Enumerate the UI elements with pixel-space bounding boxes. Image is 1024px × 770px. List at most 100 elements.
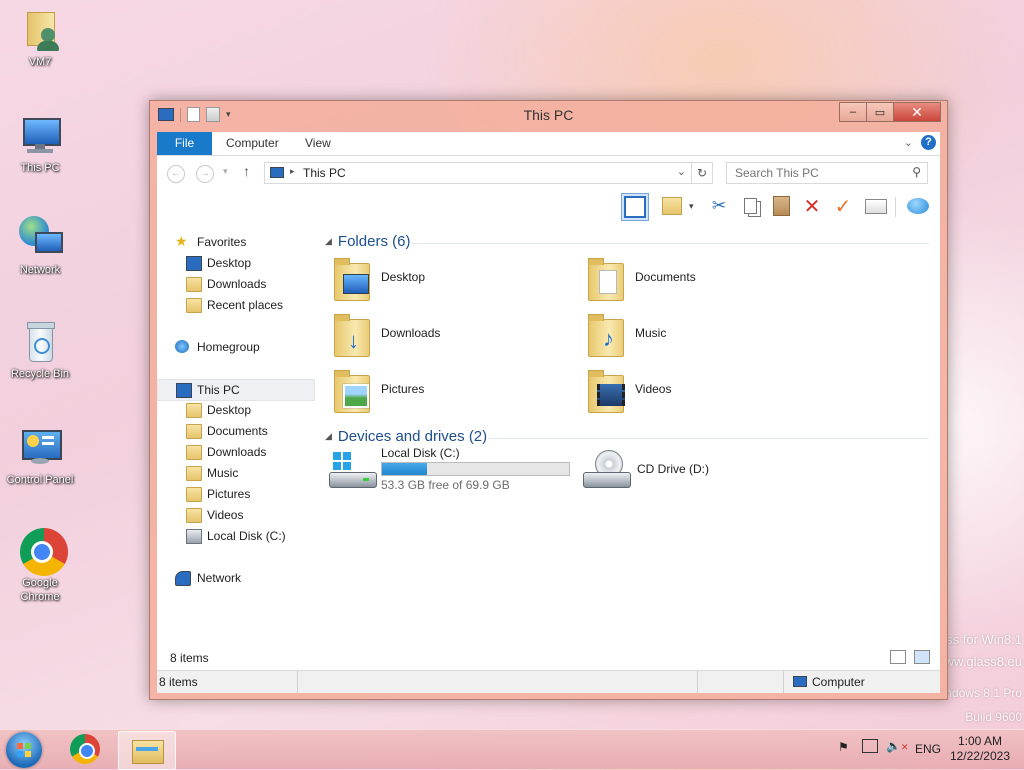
taskbar-explorer-button[interactable] <box>118 731 176 770</box>
back-button[interactable]: ← <box>167 165 185 183</box>
desktop-icon-label: Control Panel <box>6 474 74 486</box>
computer-small-icon <box>176 383 192 398</box>
downloads-folder-icon <box>186 445 202 460</box>
drive-usage-bar <box>381 462 570 476</box>
desktop-icon-network[interactable]: Network <box>2 216 78 276</box>
close-button[interactable]: ✕ <box>893 102 941 122</box>
refresh-button[interactable]: ↻ <box>692 162 713 184</box>
address-bar[interactable]: ▸ This PC ⌄ <box>264 162 692 184</box>
folder-name: Documents <box>635 270 696 284</box>
nav-network[interactable]: Network <box>157 568 313 588</box>
nav-this-pc[interactable]: This PC <box>157 379 315 401</box>
minimize-button[interactable]: – <box>839 102 867 122</box>
toolbar-dropdown-icon[interactable]: ▾ <box>689 201 694 212</box>
nav-this-pc-documents[interactable]: Documents <box>157 421 313 441</box>
nav-label: Local Disk (C:) <box>207 529 286 543</box>
folders-group-header[interactable]: ◢ Folders (6) <box>325 233 410 250</box>
expand-ribbon-icon[interactable]: ⌄ <box>904 136 913 149</box>
drive-name: Local Disk (C:) <box>381 446 460 460</box>
desktop-icon-control-panel[interactable]: Control Panel <box>2 426 78 486</box>
start-button[interactable] <box>6 732 42 768</box>
folder-documents[interactable]: Documents <box>579 256 819 304</box>
details-view-icon[interactable] <box>890 650 906 664</box>
folder-desktop[interactable]: Desktop <box>325 256 565 304</box>
forward-button[interactable]: → <box>196 165 214 183</box>
nav-label: This PC <box>197 383 240 397</box>
search-box[interactable]: ⚲ <box>726 162 928 184</box>
input-method-button[interactable] <box>863 193 889 219</box>
nav-this-pc-pictures[interactable]: Pictures <box>157 484 313 504</box>
explorer-window: ▾ This PC – ▭ ✕ File Computer View ⌄ ? ←… <box>149 100 948 700</box>
chat-button[interactable] <box>905 193 931 219</box>
nav-this-pc-desktop[interactable]: Desktop <box>157 400 313 420</box>
drive-local-disk-c[interactable]: Local Disk (C:) 53.3 GB free of 69.9 GB <box>325 446 575 496</box>
nav-label: Homegroup <box>197 340 260 354</box>
devices-group-header[interactable]: ◢ Devices and drives (2) <box>325 428 487 445</box>
delete-x-icon: ✕ <box>803 195 821 218</box>
folder-name: Videos <box>635 382 672 396</box>
paste-button[interactable] <box>768 193 794 219</box>
properties-button[interactable] <box>659 193 685 219</box>
system-clock[interactable]: 1:00 AM 12/22/2023 <box>950 734 1010 764</box>
item-count: 8 items <box>170 651 209 665</box>
desktop-icon <box>186 256 202 271</box>
address-dropdown-icon[interactable]: ⌄ <box>677 165 686 178</box>
folder-videos[interactable]: Videos <box>579 368 819 416</box>
desktop-icon-recycle-bin[interactable]: Recycle Bin <box>2 320 78 380</box>
volume-muted-icon[interactable]: 🔈✕ <box>886 739 909 753</box>
nav-label: Documents <box>207 424 268 438</box>
nav-this-pc-videos[interactable]: Videos <box>157 505 313 525</box>
title-bar[interactable]: ▾ This PC – ▭ ✕ <box>150 101 947 129</box>
language-indicator[interactable]: ENG <box>915 742 941 756</box>
copy-button[interactable] <box>737 193 763 219</box>
breadcrumb-separator-icon: ▸ <box>290 166 295 176</box>
group-divider <box>409 243 929 244</box>
action-center-flag-icon[interactable]: ⚑ <box>838 740 849 754</box>
watermark-line: ss for Win8.1 <box>946 632 1022 647</box>
nav-favorites-recent-places[interactable]: Recent places <box>157 295 313 315</box>
keyboard-icon <box>865 198 887 214</box>
desktop-icon-vm7[interactable]: VM7 <box>2 8 78 68</box>
folder-pictures[interactable]: Pictures <box>325 368 565 416</box>
maximize-button[interactable]: ▭ <box>866 102 894 122</box>
nav-this-pc-music[interactable]: Music <box>157 463 313 483</box>
taskbar-chrome-button[interactable] <box>58 731 114 768</box>
desktop-folder-icon <box>186 403 202 418</box>
nav-this-pc-local-disk[interactable]: Local Disk (C:) <box>157 526 313 546</box>
address-text: This PC <box>303 166 346 180</box>
nav-label: Downloads <box>207 277 267 291</box>
desktop-icon-label: Network <box>19 264 61 276</box>
nav-label: Desktop <box>207 256 252 270</box>
folder-downloads[interactable]: ↓ Downloads <box>325 312 565 360</box>
network-tray-icon[interactable] <box>862 739 878 753</box>
desktop-icon-google-chrome[interactable]: Google Chrome <box>2 528 78 604</box>
delete-button[interactable]: ✕ <box>799 193 825 219</box>
nav-favorites-desktop[interactable]: Desktop <box>157 253 313 273</box>
drive-cd-d[interactable]: CD Drive (D:) <box>579 446 829 496</box>
up-button[interactable]: ↑ <box>243 163 250 179</box>
cut-button[interactable]: ✂ <box>706 193 732 219</box>
file-explorer-icon <box>132 740 164 764</box>
search-input[interactable] <box>733 165 905 181</box>
command-toolbar: ▾ ✂ ✕ ✓ <box>157 190 940 224</box>
recent-locations-icon[interactable]: ▾ <box>223 166 228 177</box>
nav-label: Pictures <box>207 487 251 501</box>
help-icon[interactable]: ? <box>921 135 936 150</box>
tab-file[interactable]: File <box>157 132 212 155</box>
nav-favorites-downloads[interactable]: Downloads <box>157 274 313 294</box>
tab-computer[interactable]: Computer <box>226 132 279 155</box>
nav-favorites[interactable]: ★ Favorites <box>157 232 313 252</box>
tab-view[interactable]: View <box>305 132 331 155</box>
nav-homegroup[interactable]: Homegroup <box>157 337 313 357</box>
pictures-folder-icon <box>186 487 202 502</box>
folder-name: Pictures <box>381 382 425 396</box>
large-icons-view-icon[interactable] <box>914 650 930 664</box>
preview-pane-icon <box>624 196 646 218</box>
music-folder-icon <box>186 466 202 481</box>
desktop-icon-this-pc[interactable]: This PC <box>2 114 78 174</box>
folder-music[interactable]: ♪ Music <box>579 312 819 360</box>
nav-this-pc-downloads[interactable]: Downloads <box>157 442 313 462</box>
rename-button[interactable]: ✓ <box>830 193 856 219</box>
hard-drive-icon <box>186 529 202 544</box>
preview-pane-button[interactable] <box>621 193 649 221</box>
